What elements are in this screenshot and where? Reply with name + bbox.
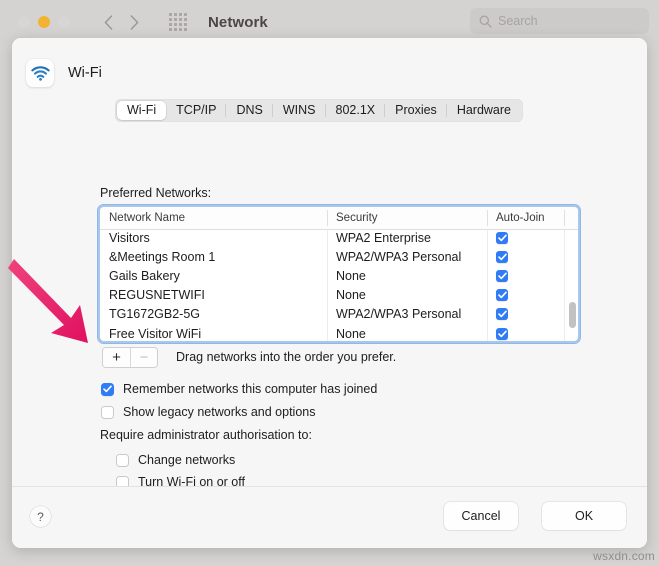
search-placeholder: Search xyxy=(498,14,538,28)
search-icon xyxy=(479,15,492,28)
auto-join-checkbox[interactable] xyxy=(496,231,508,244)
table-row[interactable]: TG1672GB2-5G WPA2/WPA3 Personal xyxy=(100,305,578,324)
cell-security: None xyxy=(336,268,366,283)
system-preferences-window: Network Search Wi-Fi Wi-Fi TCP/IP DNS WI… xyxy=(0,0,659,566)
column-header-spacer xyxy=(564,207,578,229)
tab-dns[interactable]: DNS xyxy=(225,101,272,120)
column-header-security[interactable]: Security xyxy=(327,207,487,229)
cell-network-name: Free Visitor WiFi xyxy=(109,326,202,341)
tab-wins[interactable]: WINS xyxy=(271,101,326,120)
checkbox-box xyxy=(101,382,114,396)
wifi-settings-sheet: Wi-Fi Wi-Fi TCP/IP DNS WINS 802.1X Proxi… xyxy=(12,38,647,548)
auto-join-checkbox[interactable] xyxy=(496,269,508,282)
drag-hint-text: Drag networks into the order you prefer. xyxy=(176,350,397,364)
auto-join-checkbox[interactable] xyxy=(496,289,508,302)
preferred-networks-label: Preferred Networks: xyxy=(100,186,212,200)
close-window-button[interactable] xyxy=(18,16,30,28)
table-header-row: Network Name Security Auto-Join xyxy=(100,207,578,230)
cell-security: WPA2 Enterprise xyxy=(336,230,431,245)
navigation-arrows xyxy=(104,14,139,30)
change-networks-checkbox[interactable]: Change networks xyxy=(116,453,235,467)
cell-auto-join[interactable] xyxy=(487,327,564,340)
cell-auto-join[interactable] xyxy=(487,231,564,244)
help-button[interactable]: ? xyxy=(30,506,51,527)
grid-apps-icon[interactable] xyxy=(169,13,187,31)
watermark-text: wsxdn.com xyxy=(593,549,655,563)
column-header-auto-join[interactable]: Auto-Join xyxy=(487,207,564,229)
minimize-window-button[interactable] xyxy=(38,16,50,28)
cell-auto-join[interactable] xyxy=(487,308,564,321)
wifi-icon xyxy=(26,59,54,87)
admin-authorisation-label: Require administrator authorisation to: xyxy=(100,428,312,442)
cell-auto-join[interactable] xyxy=(487,250,564,263)
column-header-network-name[interactable]: Network Name xyxy=(100,207,327,229)
sheet-footer: ? Cancel OK xyxy=(12,486,647,548)
search-field[interactable]: Search xyxy=(470,8,649,34)
table-row[interactable]: Gails Bakery None xyxy=(100,266,578,285)
preferred-networks-table[interactable]: Network Name Security Auto-Join Visitors… xyxy=(100,207,578,341)
auto-join-checkbox[interactable] xyxy=(496,327,508,340)
table-scrollbar-thumb[interactable] xyxy=(569,302,576,328)
cell-network-name: REGUSNETWIFI xyxy=(109,288,205,303)
table-row[interactable]: &Meetings Room 1 WPA2/WPA3 Personal xyxy=(100,247,578,266)
cell-security: None xyxy=(336,326,366,341)
checkbox-label: Change networks xyxy=(138,453,236,467)
cell-network-name: TG1672GB2-5G xyxy=(109,307,201,322)
cancel-button[interactable]: Cancel xyxy=(444,502,518,530)
cell-network-name: Visitors xyxy=(109,230,150,245)
table-row[interactable]: REGUSNETWIFI None xyxy=(100,286,578,305)
maximize-window-button[interactable] xyxy=(58,16,70,28)
ok-button[interactable]: OK xyxy=(542,502,626,530)
checkbox-label: Remember networks this computer has join… xyxy=(123,382,378,396)
add-network-button[interactable]: + xyxy=(103,348,130,367)
sheet-body: Wi-Fi Wi-Fi TCP/IP DNS WINS 802.1X Proxi… xyxy=(12,38,647,517)
list-edit-buttons: + − xyxy=(102,347,158,368)
cell-network-name: &Meetings Room 1 xyxy=(109,249,216,264)
cell-security: WPA2/WPA3 Personal xyxy=(336,249,462,264)
checkbox-box xyxy=(101,405,114,419)
cell-security: WPA2/WPA3 Personal xyxy=(336,307,462,322)
auto-join-checkbox[interactable] xyxy=(496,308,508,321)
tab-tcpip[interactable]: TCP/IP xyxy=(166,101,226,120)
page-title: Network xyxy=(208,13,268,31)
chevron-left-icon[interactable] xyxy=(104,14,113,30)
checkbox-box xyxy=(116,453,129,467)
table-row[interactable]: Free Visitor WiFi None xyxy=(100,324,578,341)
show-legacy-networks-checkbox[interactable]: Show legacy networks and options xyxy=(101,405,315,419)
tab-wifi[interactable]: Wi-Fi xyxy=(117,101,167,120)
chevron-right-icon[interactable] xyxy=(130,14,139,30)
tab-8021x[interactable]: 802.1X xyxy=(324,101,386,120)
service-header: Wi-Fi xyxy=(26,59,102,87)
auto-join-checkbox[interactable] xyxy=(496,250,508,263)
checkbox-label: Show legacy networks and options xyxy=(123,405,316,419)
table-row[interactable]: Visitors WPA2 Enterprise xyxy=(100,230,578,247)
service-name: Wi-Fi xyxy=(68,65,102,81)
settings-tabbar: Wi-Fi TCP/IP DNS WINS 802.1X Proxies Har… xyxy=(115,99,523,122)
cell-network-name: Gails Bakery xyxy=(109,268,180,283)
remove-network-button: − xyxy=(130,348,157,367)
tab-hardware[interactable]: Hardware xyxy=(445,101,521,120)
cell-auto-join[interactable] xyxy=(487,269,564,282)
tab-proxies[interactable]: Proxies xyxy=(384,101,447,120)
cell-security: None xyxy=(336,288,366,303)
traffic-lights xyxy=(18,16,70,28)
cell-auto-join[interactable] xyxy=(487,289,564,302)
table-body: Visitors WPA2 Enterprise &Meetings Room … xyxy=(100,230,578,341)
remember-networks-checkbox[interactable]: Remember networks this computer has join… xyxy=(101,382,377,396)
